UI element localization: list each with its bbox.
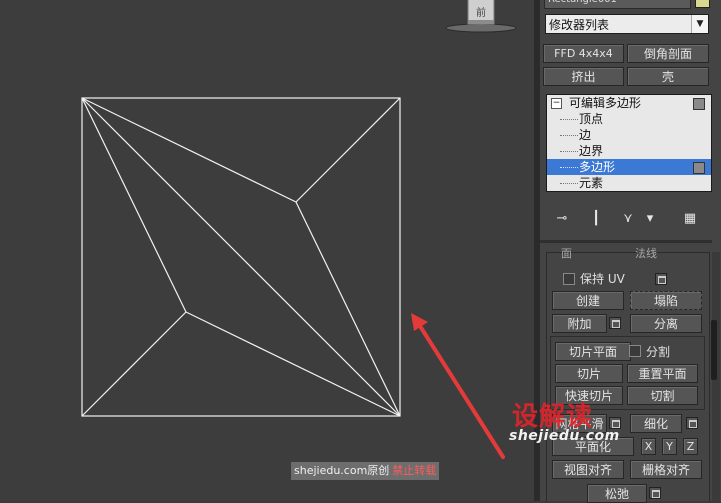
mesh-edge xyxy=(295,201,401,417)
stack-item-label: 可编辑多边形 xyxy=(569,96,642,110)
tessellate-settings-icon[interactable] xyxy=(686,417,698,429)
bevel-profile-button[interactable]: 倒角剖面 xyxy=(627,44,709,63)
planarize-z-button[interactable]: Z xyxy=(683,438,698,455)
modifier-list-label: 修改器列表 xyxy=(549,18,610,32)
stack-item-polygon[interactable]: 多边形 xyxy=(547,159,711,175)
stack-item-label: 元素 xyxy=(579,176,604,190)
detach-button[interactable]: 分离 xyxy=(630,314,702,333)
reset-plane-button[interactable]: 重置平面 xyxy=(627,364,698,383)
watermark-url: shejiedu.com xyxy=(509,428,620,444)
slice-plane-button[interactable]: 切片平面 xyxy=(555,342,631,361)
stack-visibility-icon[interactable] xyxy=(693,98,705,110)
planarize-y-button[interactable]: Y xyxy=(662,438,677,455)
configure-modifier-sets-icon[interactable]: ▦ xyxy=(682,211,698,227)
edit-geometry-rollout: 面 法线 保持 UV 创建 塌陷 附加 分离 切片平面 分割 切片 重置平面 快… xyxy=(546,247,710,503)
cut-button[interactable]: 切割 xyxy=(627,386,698,405)
mesh-edge xyxy=(295,97,401,203)
attach-settings-icon[interactable] xyxy=(609,317,621,329)
relax-button[interactable]: 松弛 xyxy=(587,484,647,503)
perspective-viewport[interactable]: 前 shejiedu.com原创 禁止转载 xyxy=(0,0,534,501)
keep-uv-settings-icon[interactable] xyxy=(655,273,667,285)
object-color-swatch[interactable] xyxy=(695,0,710,8)
watermark-banner: shejiedu.com原创 禁止转载 xyxy=(291,462,440,480)
modifier-stack[interactable]: − 可编辑多边形 顶点 边 边界 多边形 元素 xyxy=(546,94,712,192)
stack-item-label: 边 xyxy=(579,128,592,142)
watermark-site: shejiedu.com原创 xyxy=(294,464,390,477)
split-label: 分割 xyxy=(646,345,671,359)
viewcube[interactable]: 前 xyxy=(444,0,518,34)
panel-scroll-thumb[interactable] xyxy=(711,320,717,380)
stack-item-label: 多边形 xyxy=(579,160,616,174)
create-button[interactable]: 创建 xyxy=(552,291,624,310)
make-unique-icon[interactable]: ⋎ xyxy=(620,211,636,227)
view-align-button[interactable]: 视图对齐 xyxy=(552,460,624,479)
annotation-arrow xyxy=(411,313,505,459)
viewcube-front-label: 前 xyxy=(476,8,486,19)
remove-modifier-icon[interactable]: ▾ xyxy=(642,211,658,227)
attach-button[interactable]: 附加 xyxy=(552,314,607,333)
show-end-result-icon[interactable]: ┃ xyxy=(588,211,604,227)
chevron-down-icon[interactable]: ▼ xyxy=(691,15,708,33)
modifier-list-dropdown[interactable]: 修改器列表 ▼ xyxy=(545,14,709,34)
keep-uv-label: 保持 UV xyxy=(580,272,625,286)
viewport-canvas[interactable] xyxy=(0,0,534,501)
stack-toolbar: ⊸ ┃ ⋎ ▾ ▦ xyxy=(546,207,710,233)
rollout-separator xyxy=(540,240,712,243)
mesh-edge xyxy=(81,97,297,203)
collapse-button[interactable]: 塌陷 xyxy=(630,291,702,310)
stack-item-edge[interactable]: 边 xyxy=(547,127,711,143)
planarize-x-button[interactable]: X xyxy=(641,438,656,455)
split-checkbox[interactable] xyxy=(629,345,641,357)
stack-item-border[interactable]: 边界 xyxy=(547,143,711,159)
ffd-button[interactable]: FFD 4x4x4 xyxy=(543,44,624,63)
extrude-button[interactable]: 挤出 xyxy=(543,67,624,86)
shell-button[interactable]: 壳 xyxy=(627,67,709,86)
grid-align-button[interactable]: 栅格对齐 xyxy=(630,460,702,479)
stack-item-element[interactable]: 元素 xyxy=(547,175,711,191)
watermark-notice: 禁止转载 xyxy=(392,464,437,477)
tessellate-button[interactable]: 细化 xyxy=(630,414,682,433)
relax-settings-icon[interactable] xyxy=(649,487,661,499)
stack-item-vertex[interactable]: 顶点 xyxy=(547,111,711,127)
keep-uv-checkbox[interactable] xyxy=(563,273,575,285)
mesh-edge xyxy=(81,311,187,417)
stack-item-label: 顶点 xyxy=(579,112,604,126)
collapse-icon[interactable]: − xyxy=(551,98,562,109)
mesh-edge xyxy=(81,97,187,313)
slice-button[interactable]: 切片 xyxy=(555,364,623,383)
stack-visibility-icon[interactable] xyxy=(693,162,705,174)
face-radio-label[interactable]: 面 xyxy=(561,245,572,261)
pin-stack-icon[interactable]: ⊸ xyxy=(554,211,570,227)
stack-item-editable-poly[interactable]: − 可编辑多边形 xyxy=(547,95,711,111)
object-name-field[interactable]: Rectangle001 xyxy=(544,0,691,9)
mesh-edge xyxy=(185,311,401,417)
normal-radio-label[interactable]: 法线 xyxy=(635,245,657,261)
stack-item-label: 边界 xyxy=(579,144,604,158)
